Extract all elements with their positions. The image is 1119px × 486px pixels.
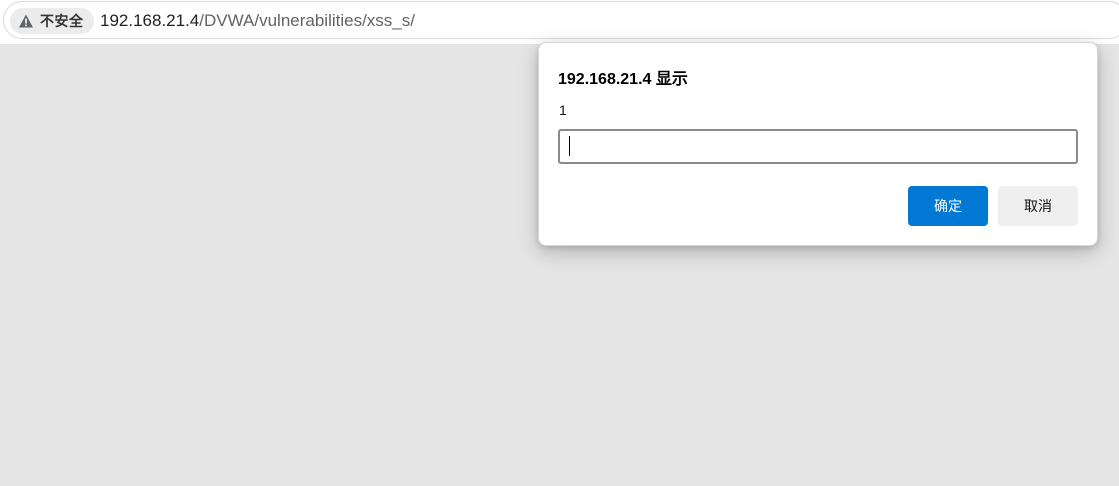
prompt-dialog: 192.168.21.4 显示 1 确定 取消: [538, 42, 1098, 246]
url-host: 192.168.21.4: [100, 11, 200, 30]
cancel-button[interactable]: 取消: [998, 186, 1078, 226]
security-indicator[interactable]: 不安全: [10, 8, 94, 34]
browser-toolbar: 不安全 192.168.21.4/DVWA/vulnerabilities/xs…: [0, 0, 1119, 44]
address-bar[interactable]: 不安全 192.168.21.4/DVWA/vulnerabilities/xs…: [3, 1, 1119, 39]
url-path: /DVWA/vulnerabilities/xss_s/: [199, 11, 415, 30]
text-caret: [569, 136, 570, 156]
ok-button[interactable]: 确定: [908, 186, 988, 226]
warning-triangle-icon: [18, 13, 34, 29]
url-text[interactable]: 192.168.21.4/DVWA/vulnerabilities/xss_s/: [100, 11, 415, 31]
dialog-title: 192.168.21.4 显示: [558, 71, 688, 88]
security-label: 不安全: [40, 13, 84, 29]
prompt-input[interactable]: [558, 129, 1078, 164]
dialog-message: 1: [559, 102, 567, 118]
